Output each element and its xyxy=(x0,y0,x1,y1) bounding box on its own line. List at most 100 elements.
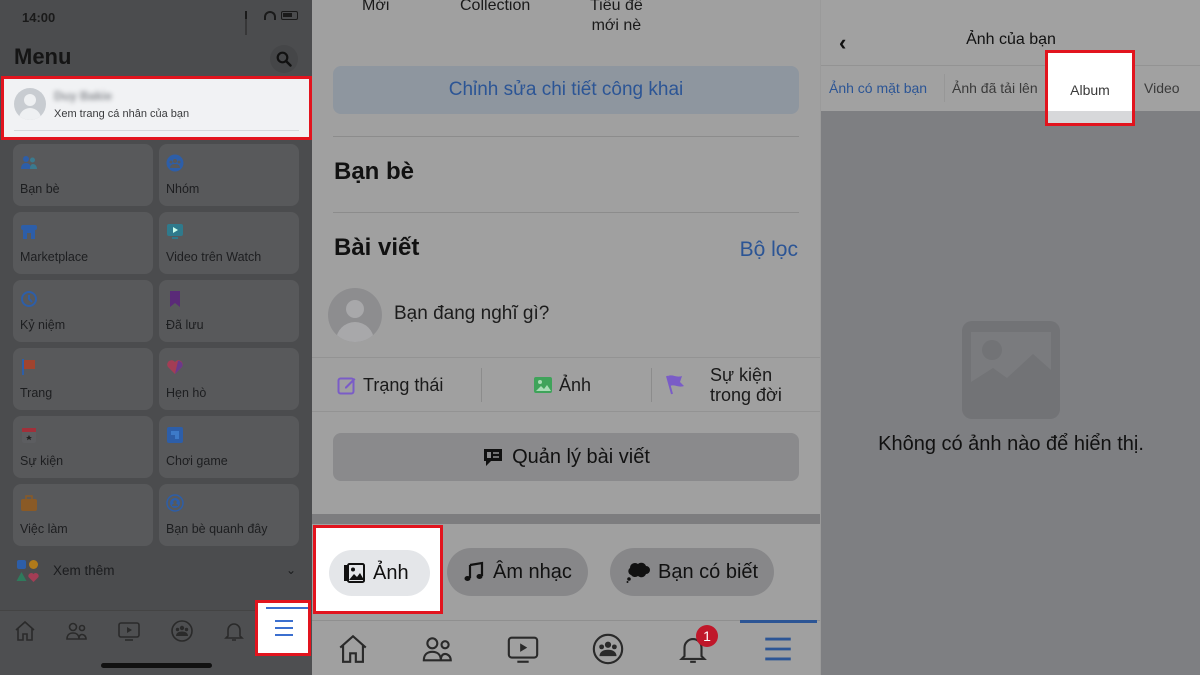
watch-icon[interactable] xyxy=(117,619,141,643)
home-icon[interactable] xyxy=(13,619,37,643)
status-icons xyxy=(245,11,298,35)
divider xyxy=(333,212,799,213)
active-indicator xyxy=(266,607,308,609)
empty-state-message: Không có ảnh nào để hiển thị. xyxy=(878,433,1144,455)
manage-posts-label: Quản lý bài viết xyxy=(512,445,650,468)
divider xyxy=(651,368,652,402)
shortcut-watch[interactable]: Video trên Watch xyxy=(159,212,299,274)
chip-label: Bạn có biết xyxy=(658,560,759,583)
photo-action[interactable]: Ảnh xyxy=(533,358,591,412)
composer-input[interactable]: Bạn đang nghĩ gì? xyxy=(394,303,549,325)
tab-video[interactable]: Video xyxy=(1144,80,1180,96)
notifications-icon[interactable] xyxy=(222,619,246,643)
notification-badge: 1 xyxy=(696,625,718,647)
manage-posts-icon xyxy=(484,449,503,466)
manage-posts-button[interactable]: Quản lý bài viết xyxy=(333,433,799,481)
action-label: Ảnh xyxy=(559,374,592,395)
dating-icon xyxy=(167,360,183,374)
status-action[interactable]: Trạng thái xyxy=(337,358,443,412)
groups-icon xyxy=(166,154,184,172)
profile-link[interactable]: Duy Bakie Xem trang cá nhân của bạn xyxy=(1,76,312,140)
memories-icon xyxy=(21,291,37,307)
saved-icon xyxy=(170,291,180,307)
menu-title: Menu xyxy=(14,44,72,69)
photo-icon xyxy=(534,377,552,393)
shortcut-label: Nhóm xyxy=(166,182,200,196)
music-chip[interactable]: Âm nhạc xyxy=(447,548,588,596)
shortcut-label: Bạn bè quanh đây xyxy=(166,522,268,536)
shortcut-groups[interactable]: Nhóm xyxy=(159,144,299,206)
menu-icon xyxy=(275,620,293,636)
watch-icon xyxy=(167,224,183,239)
shortcut-events[interactable]: Sự kiện xyxy=(13,416,153,478)
shortcut-memories[interactable]: Kỷ niệm xyxy=(13,280,153,342)
apps-icon xyxy=(16,560,39,582)
shortcut-nearby-friends[interactable]: Bạn bè quanh đây xyxy=(159,484,299,546)
tab-photos-of-you[interactable]: Ảnh có mặt bạn xyxy=(829,80,927,96)
home-icon[interactable] xyxy=(336,632,370,666)
music-icon xyxy=(464,561,484,581)
top-tab[interactable]: Collection xyxy=(460,0,530,16)
shortcut-label: Kỷ niệm xyxy=(20,318,66,332)
see-more-row[interactable]: Xem thêm ⌄ xyxy=(0,557,312,585)
header: ‹ Ảnh của bạn xyxy=(821,0,1200,66)
thought-bubble-icon xyxy=(626,562,650,583)
profile-name: Duy Bakie xyxy=(54,89,113,103)
photos-chip-highlight: Ảnh xyxy=(313,525,443,614)
pages-icon xyxy=(22,359,35,375)
groups-icon[interactable] xyxy=(170,619,194,643)
groups-icon[interactable] xyxy=(591,632,625,666)
wifi-icon xyxy=(264,11,276,20)
tab-uploads[interactable]: Ảnh đã tải lên xyxy=(952,80,1038,96)
photos-chip[interactable]: Ảnh xyxy=(329,550,430,596)
menu-icon[interactable] xyxy=(761,632,795,666)
shortcut-jobs[interactable]: Việc làm xyxy=(13,484,153,546)
filter-link[interactable]: Bộ lọc xyxy=(740,238,798,262)
home-indicator xyxy=(101,663,212,668)
friends-icon[interactable] xyxy=(421,632,455,666)
action-label: Trạng thái xyxy=(363,374,444,395)
search-button[interactable] xyxy=(270,45,298,73)
tab-album[interactable]: Album xyxy=(1048,82,1132,98)
top-tab[interactable]: Tiêu đề mới nè xyxy=(590,0,643,36)
menu-screen: 14:00 Menu Duy Bakie Xem trang cá nhân c… xyxy=(0,0,312,675)
shortcut-pages[interactable]: Trang xyxy=(13,348,153,410)
marketplace-icon xyxy=(21,225,37,239)
shortcut-dating[interactable]: Hẹn hò xyxy=(159,348,299,410)
tab-underline xyxy=(1048,111,1132,123)
divider xyxy=(14,130,299,131)
friends-icon[interactable] xyxy=(65,619,89,643)
chip-label: Âm nhạc xyxy=(493,560,572,583)
tab-album-highlight[interactable]: Album xyxy=(1045,50,1135,126)
shortcut-label: Sự kiện xyxy=(20,454,64,468)
divider xyxy=(944,74,945,102)
menu-tab-highlight[interactable] xyxy=(255,600,311,656)
top-tab[interactable]: Mới xyxy=(362,0,389,16)
life-event-action[interactable]: Sự kiện trong đời xyxy=(664,358,782,412)
events-icon xyxy=(22,428,36,443)
chip-label: Ảnh xyxy=(373,561,409,584)
gaming-icon xyxy=(167,427,183,443)
shortcut-label: Video trên Watch xyxy=(166,250,262,264)
shortcut-gaming[interactable]: Chơi game xyxy=(159,416,299,478)
posts-section-title: Bài viết xyxy=(334,234,420,261)
profile-subtitle: Xem trang cá nhân của bạn xyxy=(54,108,190,120)
nearby-friends-icon xyxy=(166,494,184,512)
avatar xyxy=(328,288,382,342)
shortcut-saved[interactable]: Đã lưu xyxy=(159,280,299,342)
shortcut-label: Trang xyxy=(20,386,53,400)
shortcut-label: Marketplace xyxy=(20,250,89,264)
see-more-label: Xem thêm xyxy=(53,563,115,578)
status-time: 14:00 xyxy=(22,10,56,25)
did-you-know-chip[interactable]: Bạn có biết xyxy=(610,548,775,596)
signal-icon xyxy=(245,11,259,35)
shortcut-friends[interactable]: Bạn bè xyxy=(13,144,153,206)
watch-icon[interactable] xyxy=(506,632,540,666)
action-label: Sự kiện trong đời xyxy=(710,365,782,405)
shortcut-marketplace[interactable]: Marketplace xyxy=(13,212,153,274)
edit-status-icon xyxy=(337,377,356,395)
edit-public-details-button[interactable]: Chỉnh sửa chi tiết công khai xyxy=(333,66,799,114)
shortcut-label: Hẹn hò xyxy=(166,386,207,400)
photo-tabs: Ảnh có mặt bạn Ảnh đã tải lên Video xyxy=(821,66,1200,111)
bottom-nav: 1 xyxy=(312,620,820,675)
